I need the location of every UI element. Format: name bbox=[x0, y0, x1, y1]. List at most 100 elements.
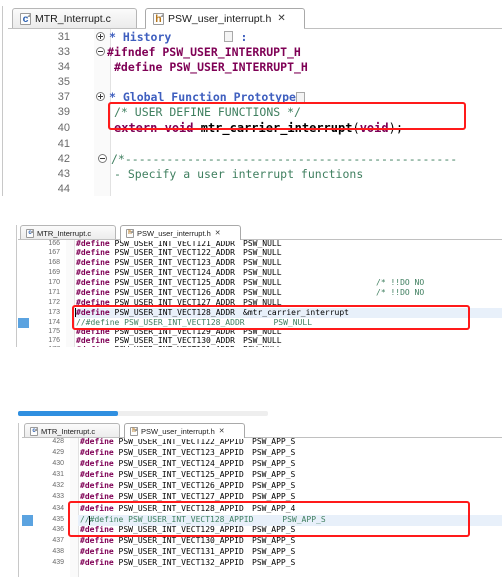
code-line[interactable]: 37 * Global Function Prototypes bbox=[8, 89, 502, 104]
line-text: /* USER DEFINE FUNCTIONS */ bbox=[114, 105, 301, 119]
macro-value: PSW_NULL bbox=[243, 249, 282, 257]
h-header-file-icon: h bbox=[153, 12, 164, 25]
line-number: 168 bbox=[48, 259, 60, 266]
table-row[interactable]: 429 #define PSW_USER_INT_VECT123_APPID P… bbox=[22, 449, 502, 459]
macro-value: PSW_APP_S bbox=[252, 438, 296, 446]
line-number: 429 bbox=[52, 449, 64, 456]
table-row[interactable]: 168 #define PSW_USER_INT_VECT123_ADDR PS… bbox=[18, 259, 502, 268]
macro-name: PSW_USER_INT_VECT128_APPID bbox=[118, 504, 244, 513]
tab-mtr-interrupt-c[interactable]: c MTR_Interrupt.c bbox=[20, 225, 116, 240]
table-row[interactable]: 430 #define PSW_USER_INT_VECT124_APPID P… bbox=[22, 460, 502, 470]
line-number: 436 bbox=[52, 526, 64, 533]
macro-name: PSW_USER_INT_VECT123_APPID bbox=[118, 449, 244, 457]
line-number: 438 bbox=[52, 548, 64, 555]
macro-name: PSW_USER_INT_VECT130_APPID bbox=[118, 537, 244, 545]
macro-name: PSW_USER_INT_VECT126_ADDR bbox=[114, 289, 235, 297]
code-line[interactable]: 40 extern void mtr_carrier_interrupt(voi… bbox=[8, 119, 502, 136]
code-line[interactable]: 35 bbox=[8, 74, 502, 89]
close-icon[interactable]: ✕ bbox=[215, 229, 221, 237]
editor-panel-top: c MTR_Interrupt.c h PSW_user_interrupt.h… bbox=[0, 6, 502, 196]
code-line[interactable]: 31 * History : bbox=[8, 29, 502, 44]
line-text: //#define PSW_USER_INT_VECT128_APPID PSW… bbox=[80, 515, 326, 524]
macro-value: PSW_APP_S bbox=[252, 482, 296, 490]
collapsed-region-box[interactable] bbox=[224, 31, 233, 42]
tab-psw-user-interrupt-h[interactable]: h PSW_user_interrupt.h ✕ bbox=[120, 225, 241, 241]
fold-toggle-plus-icon[interactable] bbox=[96, 32, 105, 41]
fold-toggle-minus-icon[interactable] bbox=[98, 154, 107, 163]
keyword-define: #define bbox=[76, 240, 110, 248]
line-number: 171 bbox=[48, 289, 60, 296]
macro-value: PSW_APP_S bbox=[252, 526, 296, 534]
code-line[interactable]: 43 - Specify a user interrupt functions bbox=[8, 166, 502, 181]
macro-value: PSW_NULL bbox=[243, 337, 282, 345]
line-text: extern void mtr_carrier_interrupt(void); bbox=[114, 121, 404, 135]
table-row[interactable]: 428 #define PSW_USER_INT_VECT122_APPID P… bbox=[22, 438, 502, 448]
code-line[interactable]: 34 #define PSW_USER_INTERRUPT_H bbox=[8, 59, 502, 74]
window-edge-left bbox=[18, 423, 19, 577]
tab-mtr-interrupt-c[interactable]: c MTR_Interrupt.c bbox=[24, 423, 120, 438]
tab-label: MTR_Interrupt.c bbox=[35, 12, 111, 25]
table-row[interactable]: 169 #define PSW_USER_INT_VECT124_ADDR PS… bbox=[18, 269, 502, 278]
table-row[interactable]: 175 #define PSW_USER_INT_VECT129_ADDR PS… bbox=[18, 328, 502, 337]
tab-psw-user-interrupt-h[interactable]: h PSW_user_interrupt.h ✕ bbox=[145, 8, 305, 29]
code-editor-top[interactable]: 31 * History : 33 #ifndef PSW_USER_INTER… bbox=[8, 29, 502, 196]
close-icon[interactable]: ✕ bbox=[277, 13, 285, 24]
scrollbar-thumb[interactable] bbox=[18, 411, 118, 416]
table-row[interactable]: 167 #define PSW_USER_INT_VECT122_ADDR PS… bbox=[18, 249, 502, 258]
code-line[interactable]: 41 bbox=[8, 136, 502, 151]
table-row[interactable]: 166 #define PSW_USER_INT_VECT121_ADDR PS… bbox=[18, 240, 502, 248]
table-row[interactable]: 432 #define PSW_USER_INT_VECT126_APPID P… bbox=[22, 482, 502, 492]
fold-toggle-plus-icon[interactable] bbox=[96, 92, 105, 101]
tab-label: PSW_user_interrupt.h bbox=[137, 228, 211, 238]
code-line[interactable]: 44 bbox=[8, 181, 502, 195]
keyword-void: void bbox=[164, 121, 194, 135]
table-row[interactable]: 433 #define PSW_USER_INT_VECT127_APPID P… bbox=[22, 493, 502, 503]
table-row[interactable]: 439 #define PSW_USER_INT_VECT132_APPID P… bbox=[22, 559, 502, 569]
line-text: #define PSW_USER_INTERRUPT_H bbox=[114, 60, 308, 74]
line-number: 43 bbox=[57, 168, 70, 180]
table-row[interactable]: 174 //#define PSW_USER_INT_VECT128_ADDR … bbox=[18, 318, 502, 328]
line-text: * Global Function Prototypes bbox=[109, 90, 303, 104]
close-icon[interactable]: ✕ bbox=[219, 427, 225, 435]
macro-value: PSW_APP_S bbox=[252, 493, 296, 501]
line-number: 434 bbox=[52, 505, 64, 512]
tab-label: MTR_Interrupt.c bbox=[41, 426, 96, 436]
table-row[interactable]: 434 #define PSW_USER_INT_VECT128_APPID P… bbox=[22, 504, 502, 515]
table-row[interactable]: 435 //#define PSW_USER_INT_VECT128_APPID… bbox=[22, 515, 502, 526]
collapsed-region-box[interactable] bbox=[296, 92, 305, 103]
macro-name: PSW_USER_INT_VECT127_ADDR bbox=[114, 299, 235, 307]
macro-name: PSW_USER_INT_VECT128_ADDR bbox=[114, 308, 235, 317]
line-number: 169 bbox=[48, 269, 60, 276]
table-row[interactable]: 171 #define PSW_USER_INT_VECT126_ADDR PS… bbox=[18, 289, 502, 298]
code-line[interactable]: 39 /* USER DEFINE FUNCTIONS */ bbox=[8, 104, 502, 119]
code-editor-middle[interactable]: 166 #define PSW_USER_INT_VECT121_ADDR PS… bbox=[18, 240, 502, 347]
table-row[interactable]: 177 #define PSW_USER_INT_VECT131_ADDR PS… bbox=[18, 346, 502, 347]
tab-mtr-interrupt-c[interactable]: c MTR_Interrupt.c bbox=[12, 8, 137, 28]
code-line[interactable]: 42 /*-----------------------------------… bbox=[8, 151, 502, 166]
macro-name: PSW_USER_INT_VECT125_APPID bbox=[118, 471, 244, 479]
tab-psw-user-interrupt-h[interactable]: h PSW_user_interrupt.h ✕ bbox=[124, 423, 245, 439]
table-row[interactable]: 431 #define PSW_USER_INT_VECT125_APPID P… bbox=[22, 471, 502, 481]
table-row[interactable]: 437 #define PSW_USER_INT_VECT130_APPID P… bbox=[22, 537, 502, 547]
table-row[interactable]: 436 #define PSW_USER_INT_VECT129_APPID P… bbox=[22, 526, 502, 536]
line-number: 31 bbox=[57, 31, 70, 43]
table-row[interactable]: 176 #define PSW_USER_INT_VECT130_ADDR PS… bbox=[18, 337, 502, 346]
table-row[interactable]: 172 #define PSW_USER_INT_VECT127_ADDR PS… bbox=[18, 299, 502, 308]
line-number: 44 bbox=[57, 183, 70, 195]
table-row[interactable]: 173 #define PSW_USER_INT_VECT128_ADDR &m… bbox=[18, 308, 502, 318]
macro-value: PSW_NULL bbox=[243, 289, 282, 297]
horizontal-scrollbar[interactable] bbox=[18, 411, 268, 416]
line-number: 437 bbox=[52, 537, 64, 544]
code-line[interactable]: 33 #ifndef PSW_USER_INTERRUPT_H bbox=[8, 44, 502, 59]
code-editor-bottom[interactable]: 428 #define PSW_USER_INT_VECT122_APPID P… bbox=[22, 438, 502, 577]
macro-name: PSW_USER_INT_VECT127_APPID bbox=[118, 493, 244, 501]
table-row[interactable]: 438 #define PSW_USER_INT_VECT131_APPID P… bbox=[22, 548, 502, 558]
macro-value: PSW_NULL bbox=[243, 279, 282, 287]
line-number: 41 bbox=[57, 138, 70, 150]
macro-value: PSW_NULL bbox=[243, 346, 282, 347]
macro-name: PSW_USER_INT_VECT131_APPID bbox=[118, 548, 244, 556]
table-row[interactable]: 170 #define PSW_USER_INT_VECT125_ADDR PS… bbox=[18, 279, 502, 288]
fold-toggle-minus-icon[interactable] bbox=[96, 47, 105, 56]
macro-value: PSW_APP_S bbox=[252, 537, 296, 545]
macro-name: PSW_USER_INT_VECT132_APPID bbox=[118, 559, 244, 567]
